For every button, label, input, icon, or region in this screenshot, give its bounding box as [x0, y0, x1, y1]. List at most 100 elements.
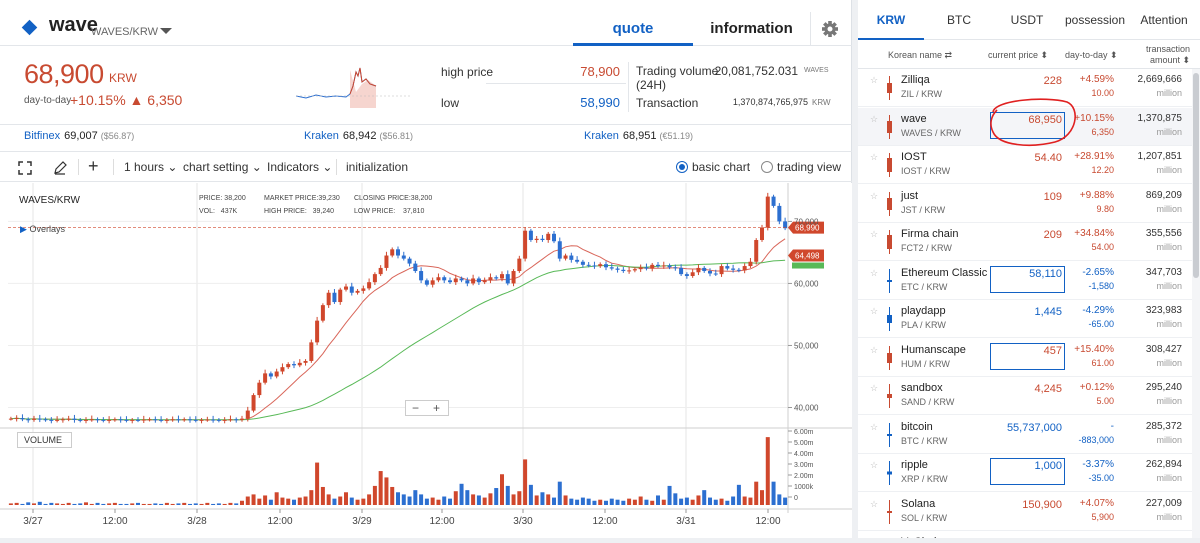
candle-body: [413, 263, 418, 272]
coin-name[interactable]: IOST: [901, 151, 927, 163]
coin-name[interactable]: sandbox: [901, 382, 943, 394]
candle-body: [361, 288, 366, 291]
pencil-icon[interactable]: [52, 160, 68, 176]
volume-bar: [349, 497, 354, 505]
ohlc-info: VOL: 437K: [199, 208, 238, 215]
tab-usdt[interactable]: USDT: [994, 0, 1060, 40]
favorite-star-icon[interactable]: ☆: [870, 152, 878, 163]
candle-body: [378, 267, 383, 275]
zoom-controls[interactable]: − +: [405, 400, 449, 416]
coin-name[interactable]: ripple: [901, 459, 928, 471]
coin-name[interactable]: just: [901, 190, 918, 202]
market-row[interactable]: ☆VeChain: [858, 531, 1192, 538]
market-row[interactable]: ☆ Solana SOL / KRW 150,900 +4.07% 5,900 227,00…: [858, 493, 1192, 531]
candle-body: [43, 419, 48, 421]
candle-body: [205, 419, 210, 421]
coin-name[interactable]: Humanscape: [901, 344, 966, 356]
favorite-star-icon[interactable]: ☆: [870, 306, 878, 317]
transaction-unit: million: [1156, 280, 1182, 291]
zoom-in-button[interactable]: +: [433, 401, 440, 415]
candle-body: [471, 278, 476, 284]
change-value: 12.20: [1091, 165, 1114, 175]
favorite-star-icon[interactable]: ☆: [870, 114, 878, 125]
volume-bar: [153, 503, 158, 505]
interval-dropdown[interactable]: 1 hours ⌄: [124, 160, 177, 174]
favorite-star-icon[interactable]: ☆: [870, 383, 878, 394]
market-row[interactable]: ☆ IOST IOST / KRW 54.40 +28.91% 12.20 1,207,85…: [858, 146, 1192, 184]
market-row[interactable]: ☆ Humanscape HUM / KRW 457 +15.40% 61.00 308,4…: [858, 339, 1192, 377]
transaction-unit: million: [1156, 357, 1182, 368]
tab-possession[interactable]: possession: [1060, 0, 1130, 40]
coin-name[interactable]: Firma chain: [901, 228, 958, 240]
coin-name[interactable]: wave: [901, 113, 927, 125]
volume-bar: [8, 503, 13, 505]
market-scrollbar[interactable]: [1192, 69, 1200, 538]
favorite-star-icon[interactable]: ☆: [870, 229, 878, 240]
change-percent: -: [1110, 420, 1114, 432]
coin-name[interactable]: Ethereum Classic: [901, 267, 987, 279]
candle-body: [488, 277, 493, 281]
change-percent: +4.59%: [1079, 74, 1114, 85]
market-row[interactable]: ☆ Ethereum Classic ETC / KRW 58,110 -2.65% -1…: [858, 262, 1192, 300]
market-row[interactable]: ☆ sandbox SAND / KRW 4,245 +0.12% 5.00 295,240…: [858, 377, 1192, 415]
transaction-amount: 869,209: [1145, 189, 1182, 201]
transaction-unit: million: [1156, 434, 1182, 445]
initialization-button[interactable]: initialization: [346, 160, 408, 174]
chart-setting-dropdown[interactable]: chart setting ⌄: [183, 160, 262, 174]
coin-name[interactable]: Zilliqa: [901, 74, 930, 86]
candlestick-chart[interactable]: 68,99064,49870,00060,00050,00040,0006.00…: [0, 183, 852, 538]
header-day-to-day[interactable]: day-to-day ⬍: [1065, 50, 1118, 61]
fullscreen-icon[interactable]: [18, 161, 32, 175]
candle-body: [95, 419, 100, 421]
market-row[interactable]: ☆ playdapp PLA / KRW 1,445 -4.29% -65.00 323,9…: [858, 300, 1192, 338]
coin-name[interactable]: Solana: [901, 498, 935, 510]
candle-body: [396, 249, 400, 256]
candle-body: [552, 233, 556, 242]
candle-body: [124, 419, 129, 421]
market-row[interactable]: ☆ bitcoin BTC / KRW 55,737,000 - -883,000 285,…: [858, 416, 1192, 454]
transaction-amount: 1,370,875: [1137, 112, 1183, 124]
volume-bar: [552, 497, 556, 505]
header-korean-name[interactable]: Korean name ⇄: [888, 50, 952, 61]
scrollbar-thumb[interactable]: [1193, 73, 1199, 278]
basic-chart-radio[interactable]: [676, 161, 688, 173]
candle-body: [436, 277, 441, 281]
basic-chart-label[interactable]: basic chart: [692, 160, 750, 174]
tab-quote[interactable]: quote: [573, 0, 693, 46]
coin-name[interactable]: playdapp: [901, 305, 946, 317]
candle-body: [193, 419, 198, 421]
tab-attention[interactable]: Attention: [1130, 0, 1198, 40]
market-row[interactable]: ☆ Firma chain FCT2 / KRW 209 +34.84% 54.00 355…: [858, 223, 1192, 261]
coin-select-caret-icon[interactable]: [160, 28, 172, 34]
change-value: -1,580: [1088, 280, 1114, 291]
crosshair-icon[interactable]: +: [88, 156, 99, 177]
market-row[interactable]: ☆ just JST / KRW 109 +9.88% 9.80 869,209 millio…: [858, 185, 1192, 223]
indicators-dropdown[interactable]: Indicators ⌄: [267, 160, 332, 174]
gear-icon[interactable]: [810, 12, 848, 46]
change-percent: +9.88%: [1079, 189, 1114, 201]
favorite-star-icon[interactable]: ☆: [870, 499, 878, 510]
tab-krw[interactable]: KRW: [858, 0, 924, 40]
market-row[interactable]: ☆ ripple XRP / KRW 1,000 -3.37% -35.00 262,894…: [858, 454, 1192, 492]
favorite-star-icon[interactable]: ☆: [870, 345, 878, 356]
favorite-star-icon[interactable]: ☆: [870, 191, 878, 202]
zoom-out-button[interactable]: −: [412, 401, 419, 415]
coin-name[interactable]: bitcoin: [901, 421, 933, 433]
favorite-star-icon[interactable]: ☆: [870, 460, 878, 471]
overlays-toggle[interactable]: ▶ Overlays: [20, 224, 65, 235]
header-current-price[interactable]: current price ⬍: [988, 50, 1048, 61]
header-transaction-amount[interactable]: transaction amount ⬍: [1142, 44, 1190, 66]
volume-bar: [557, 481, 562, 505]
price-chart[interactable]: 68,990 64,498 70,000 60,000 50,000 40,000 6.00…: [0, 183, 852, 538]
candle-body: [713, 273, 718, 275]
favorite-star-icon[interactable]: ☆: [870, 268, 878, 279]
ohlc-info: LOW PRICE: 37,810: [354, 208, 425, 215]
coin-pair: JST / KRW: [901, 204, 946, 215]
trading-view-radio[interactable]: [761, 161, 773, 173]
candle-body: [141, 419, 146, 421]
tab-information[interactable]: information: [693, 0, 810, 46]
trading-view-label[interactable]: trading view: [777, 160, 841, 174]
tab-btc[interactable]: BTC: [924, 0, 994, 40]
favorite-star-icon[interactable]: ☆: [870, 75, 878, 86]
favorite-star-icon[interactable]: ☆: [870, 422, 878, 433]
